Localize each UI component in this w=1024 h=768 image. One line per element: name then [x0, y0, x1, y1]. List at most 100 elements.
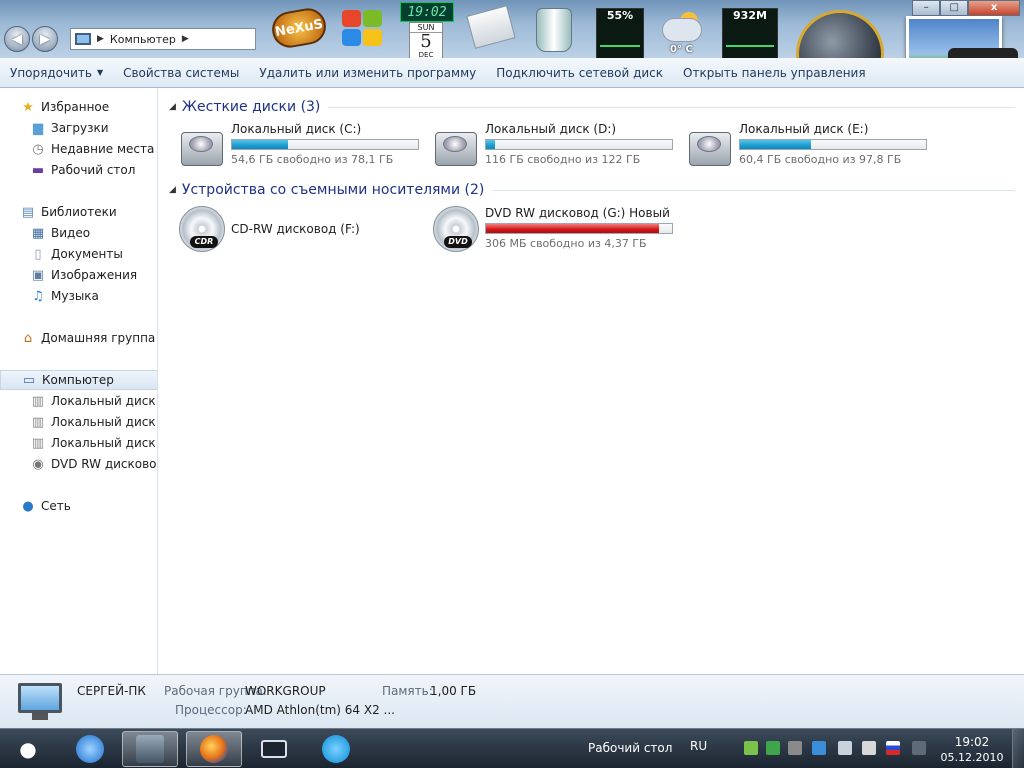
sidebar-item-desktop[interactable]: ▬ Рабочий стол: [0, 160, 157, 180]
drive-usage-bar: [485, 223, 673, 234]
hard-drive-icon: [433, 124, 479, 168]
nav-buttons: ◀ ▶: [4, 26, 60, 52]
tray-flag-icon[interactable]: [886, 741, 900, 755]
sidebar-item-music[interactable]: ♫ Музыка: [0, 286, 157, 306]
tray-action-center-icon[interactable]: [862, 741, 876, 755]
sidebar-item-images[interactable]: ▣ Изображения: [0, 265, 157, 285]
chevron-right-icon[interactable]: ▶: [182, 34, 189, 44]
weather-temperature: 0° C: [670, 44, 693, 55]
sidebar-item-computer[interactable]: ▭ Компьютер: [0, 370, 157, 390]
minimize-button[interactable]: –: [912, 0, 941, 16]
skype-icon: [322, 735, 350, 763]
dvd-badge: DVD: [444, 236, 472, 248]
cpu-usage: 55%: [606, 9, 634, 22]
taskbar-clock-date[interactable]: 05.12.2010: [940, 751, 1004, 764]
drive-f-cdrw[interactable]: CDR CD-RW дисковод (F:): [179, 204, 429, 256]
taskbar-desktop-app[interactable]: [246, 731, 302, 767]
drive-d[interactable]: Локальный диск (D:) 116 ГБ свободно из 1…: [433, 120, 683, 172]
drive-free-space: 60,4 ГБ свободно из 97,8 ГБ: [739, 153, 902, 166]
cloud-icon: [662, 18, 702, 42]
clock-gadget[interactable]: 19:02: [400, 2, 454, 22]
taskbar-explorer[interactable]: [122, 731, 178, 767]
drive-usage-bar: [231, 139, 419, 150]
flag-yellow: [363, 29, 382, 46]
organize-label: Упорядочить: [10, 65, 92, 80]
address-bar[interactable]: ▶ Компьютер ▶: [70, 28, 256, 50]
workgroup-value: WORKGROUP: [245, 684, 326, 698]
sidebar-item-network[interactable]: ● Сеть: [0, 496, 157, 516]
sidebar-item-homegroup[interactable]: ⌂ Домашняя группа: [0, 328, 157, 348]
monitor-icon: [261, 740, 287, 758]
computer-icon: [18, 683, 62, 721]
memory-value: 1,00 ГБ: [430, 684, 477, 698]
group-header-removable[interactable]: ◢ Устройства со съемными носителями (2): [169, 180, 1015, 200]
taskbar-skype[interactable]: [308, 731, 364, 767]
sidebar-item-favorites[interactable]: ★ Избранное: [0, 97, 157, 117]
drive-name: Локальный диск (D:): [485, 122, 617, 136]
taskbar-firefox[interactable]: [186, 731, 242, 767]
recycle-bin-icon[interactable]: [536, 8, 572, 52]
star-icon: ★: [22, 99, 34, 115]
drive-usage-fill: [486, 224, 659, 233]
tray-volume-icon[interactable]: [838, 741, 852, 755]
forward-button[interactable]: ▶: [32, 26, 58, 52]
map-network-drive-button[interactable]: Подключить сетевой диск: [486, 58, 673, 88]
show-desktop-button[interactable]: [1012, 729, 1024, 768]
drive-c[interactable]: Локальный диск (C:) 54,6 ГБ свободно из …: [179, 120, 429, 172]
collapse-chevron-icon[interactable]: ◢: [169, 102, 176, 112]
drive-name: Локальный диск (C:): [231, 122, 362, 136]
cdr-badge: CDR: [190, 236, 218, 248]
drive-usage-fill: [486, 140, 496, 149]
downloads-folder-icon: ▆: [33, 120, 43, 136]
navigation-pane: ★ Избранное ▆ Загрузки ◷ Недавние места …: [0, 88, 158, 674]
weather-gadget[interactable]: 0° C: [658, 10, 706, 55]
group-header-hard-drives[interactable]: ◢ Жесткие диски (3): [169, 97, 1015, 117]
cpu-meter-gadget[interactable]: 55%: [596, 8, 644, 60]
explorer-folder-icon: [136, 735, 164, 763]
sidebar-item-drive-c[interactable]: ▥ Локальный диск (C: [0, 391, 157, 411]
flag-red: [342, 10, 361, 27]
desktop-toolbar-label[interactable]: Рабочий стол: [588, 741, 672, 755]
tray-display-icon[interactable]: [912, 741, 926, 755]
sidebar-item-drive-g[interactable]: ◉ DVD RW дисковод (: [0, 454, 157, 474]
nexus-dock-logo[interactable]: NeXuS: [269, 5, 329, 51]
sidebar-item-drive-e[interactable]: ▥ Локальный диск (E:: [0, 433, 157, 453]
arrow-right-icon: ▶: [40, 31, 50, 47]
maximize-button[interactable]: □: [940, 0, 969, 16]
sidebar-item-downloads[interactable]: ▆ Загрузки: [0, 118, 157, 138]
sidebar-item-libraries[interactable]: ▤ Библиотеки: [0, 202, 157, 222]
language-indicator[interactable]: RU: [690, 739, 707, 753]
sidebar-label: Загрузки: [51, 121, 109, 135]
start-button[interactable]: ●: [0, 731, 56, 767]
desktop-icon: ▬: [31, 162, 45, 178]
tray-network-icon[interactable]: [812, 741, 826, 755]
back-button[interactable]: ◀: [4, 26, 30, 52]
flag-blue: [342, 29, 361, 46]
windows-logo-icon[interactable]: [340, 8, 384, 48]
sidebar-item-video[interactable]: ▦ Видео: [0, 223, 157, 243]
open-control-panel-button[interactable]: Открыть панель управления: [673, 58, 876, 88]
tray-utorrent-icon[interactable]: [766, 741, 780, 755]
group-title: Жесткие диски (3): [181, 99, 321, 115]
collapse-chevron-icon[interactable]: ◢: [169, 185, 176, 195]
calendar-gadget[interactable]: SUN 5 DEC: [409, 22, 443, 62]
sidebar-item-recent[interactable]: ◷ Недавние места: [0, 139, 157, 159]
drive-g-dvdrw[interactable]: DVD DVD RW дисковод (G:) Новый 306 МБ св…: [433, 204, 683, 256]
organize-button[interactable]: Упорядочить ▼: [0, 58, 113, 88]
memory-meter-gadget[interactable]: 932M: [722, 8, 778, 60]
memory-usage: 932M: [733, 9, 767, 22]
system-properties-button[interactable]: Свойства системы: [113, 58, 249, 88]
chevron-right-icon[interactable]: ▶: [97, 34, 104, 44]
drive-e[interactable]: Локальный диск (E:) 60,4 ГБ свободно из …: [687, 120, 937, 172]
tray-nexus-icon[interactable]: [788, 741, 802, 755]
taskbar-ie[interactable]: [62, 731, 118, 767]
mail-icon[interactable]: [466, 5, 516, 49]
sidebar-item-drive-d[interactable]: ▥ Локальный диск (D: [0, 412, 157, 432]
close-button[interactable]: x: [968, 0, 1020, 16]
tray-battery-icon[interactable]: [744, 741, 758, 755]
computer-icon: ▭: [22, 372, 36, 388]
sidebar-label: Компьютер: [42, 373, 114, 387]
sidebar-item-documents[interactable]: ▯ Документы: [0, 244, 157, 264]
uninstall-program-button[interactable]: Удалить или изменить программу: [249, 58, 486, 88]
taskbar-clock-time[interactable]: 19:02: [948, 735, 996, 749]
